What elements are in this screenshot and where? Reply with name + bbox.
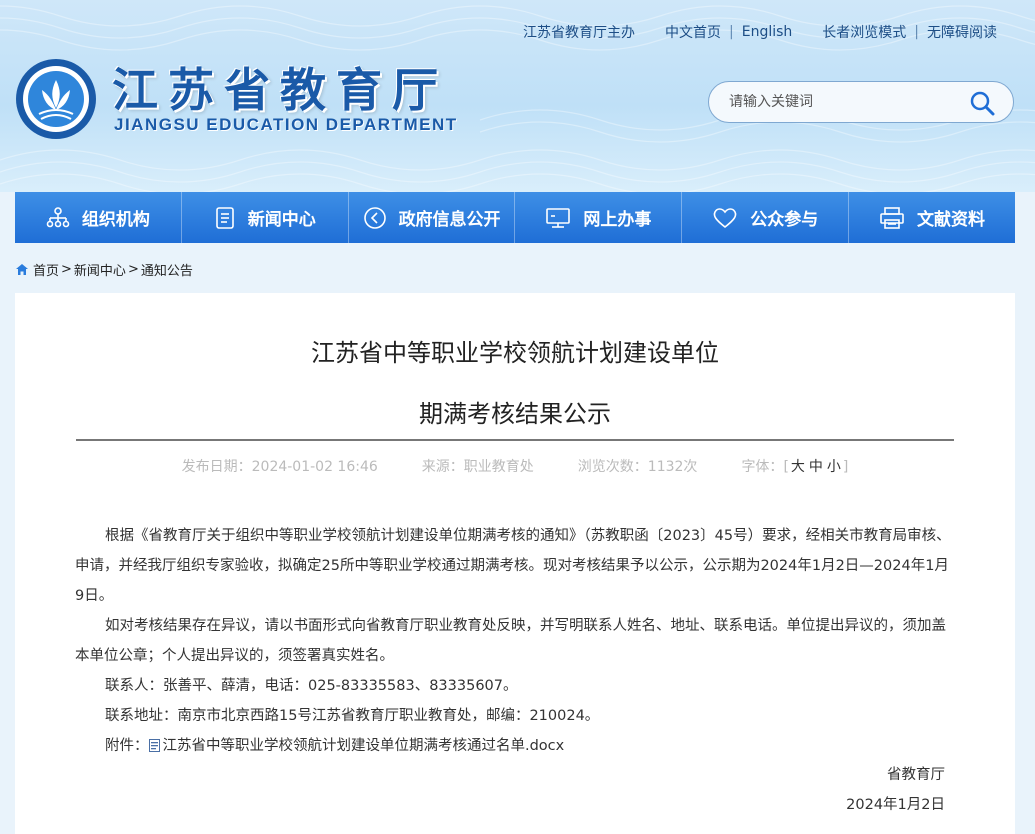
printer-icon: [880, 206, 904, 229]
article-meta: 发布日期：2024-01-02 16:46 来源：职业教育处 浏览次数：1132…: [15, 456, 1015, 476]
article-panel: 江苏省中等职业学校领航计划建设单位 期满考核结果公示 发布日期：2024-01-…: [15, 293, 1015, 834]
nav-label: 网上办事: [583, 210, 652, 230]
nav-item-documents[interactable]: 文献资料: [849, 192, 1015, 243]
top-links: 江苏省教育厅主办 中文首页 | English 长者浏览模式 | 无障碍阅读: [515, 22, 1005, 42]
nav-item-gov-info[interactable]: 政府信息公开: [349, 192, 516, 243]
accessibility-link[interactable]: 无障碍阅读: [919, 22, 1005, 42]
address-line: 联系地址：南京市北京西路15号江苏省教育厅职业教育处，邮编：210024。: [105, 708, 600, 724]
views-count: 1132次: [647, 459, 698, 475]
nav-item-online-service[interactable]: 网上办事: [515, 192, 683, 243]
date-label: 发布日期：: [181, 459, 252, 475]
site-header: 江苏省教育厅主办 中文首页 | English 长者浏览模式 | 无障碍阅读 江…: [0, 0, 1035, 192]
nav-label: 新闻中心: [247, 210, 316, 230]
attachment-line: 附件： 江苏省中等职业学校领航计划建设单位期满考核通过名单.docx: [75, 731, 955, 761]
font-size-small[interactable]: 小: [827, 459, 841, 475]
monitor-icon: [546, 207, 571, 228]
home-icon: [16, 264, 28, 275]
host-text: 江苏省教育厅主办: [523, 25, 635, 41]
english-link[interactable]: English: [734, 24, 801, 40]
nav-label: 组织机构: [81, 210, 150, 230]
elder-mode-link[interactable]: 长者浏览模式: [814, 22, 914, 42]
signature: 省教育厅: [887, 767, 945, 783]
breadcrumb: 首页 > 新闻中心 > 通知公告: [15, 260, 193, 279]
article-body: 根据《省教育厅关于组织中等职业学校领航计划建设单位期满考核的通知》（苏教职函〔2…: [75, 521, 955, 761]
paragraph-2: 如对考核结果存在异议，请以书面形式向省教育厅职业教育处反映，并写明联系人姓名、地…: [75, 618, 946, 664]
attachment-label: 附件：: [105, 738, 149, 754]
breadcrumb-notice[interactable]: 通知公告: [141, 260, 193, 279]
org-chart-icon: [46, 206, 70, 227]
search-icon[interactable]: [969, 90, 995, 116]
source-value: 职业教育处: [463, 459, 534, 475]
nav-item-participation[interactable]: 公众参与: [682, 192, 850, 243]
word-doc-icon: [148, 739, 160, 752]
site-title-cn: 江苏省教育厅: [112, 63, 448, 117]
paragraph-1: 根据《省教育厅关于组织中等职业学校领航计划建设单位期满考核的通知》（苏教职函〔2…: [75, 528, 951, 604]
breadcrumb-news[interactable]: 新闻中心: [74, 260, 126, 279]
font-size-large[interactable]: 大: [791, 459, 805, 475]
breadcrumb-separator: >: [127, 262, 139, 277]
search-box: [708, 81, 1014, 123]
site-title-en: JIANGSU EDUCATION DEPARTMENT: [114, 115, 458, 134]
main-nav: 组织机构 新闻中心 政府信息公开 网上办事 公众参与 文献资料: [15, 192, 1015, 243]
views-label: 浏览次数：: [577, 459, 648, 475]
nav-label: 政府信息公开: [398, 210, 501, 230]
document-icon: [215, 206, 234, 229]
contact-line: 联系人：张善平、薛清，电话：025-83335583、83335607。: [105, 678, 518, 694]
font-size-bracket-open: [: [783, 459, 789, 475]
heart-icon: [713, 207, 737, 228]
article-title-line1: 江苏省中等职业学校领航计划建设单位: [311, 339, 719, 367]
search-input[interactable]: [729, 94, 959, 110]
attachment-link[interactable]: 江苏省中等职业学校领航计划建设单位期满考核通过名单.docx: [163, 738, 565, 754]
article-title-line2: 期满考核结果公示: [419, 400, 611, 428]
chinese-home-link[interactable]: 中文首页: [657, 22, 729, 42]
source-label: 来源：: [421, 459, 464, 475]
arrow-circle-icon: [363, 206, 386, 229]
nav-label: 文献资料: [917, 210, 986, 230]
breadcrumb-separator: >: [61, 262, 72, 277]
nav-label: 公众参与: [750, 210, 819, 230]
font-size-medium[interactable]: 中: [809, 459, 823, 475]
font-size-label: 字体：: [741, 459, 784, 475]
breadcrumb-home[interactable]: 首页: [33, 260, 59, 279]
nav-item-organization[interactable]: 组织机构: [15, 192, 182, 243]
publish-date: 2024-01-02 16:46: [251, 459, 378, 475]
font-size-bracket-close: ]: [842, 459, 849, 475]
nav-item-news[interactable]: 新闻中心: [182, 192, 349, 243]
title-divider: [76, 439, 954, 441]
department-logo[interactable]: [15, 58, 97, 140]
signature-date: 2024年1月2日: [846, 797, 945, 813]
